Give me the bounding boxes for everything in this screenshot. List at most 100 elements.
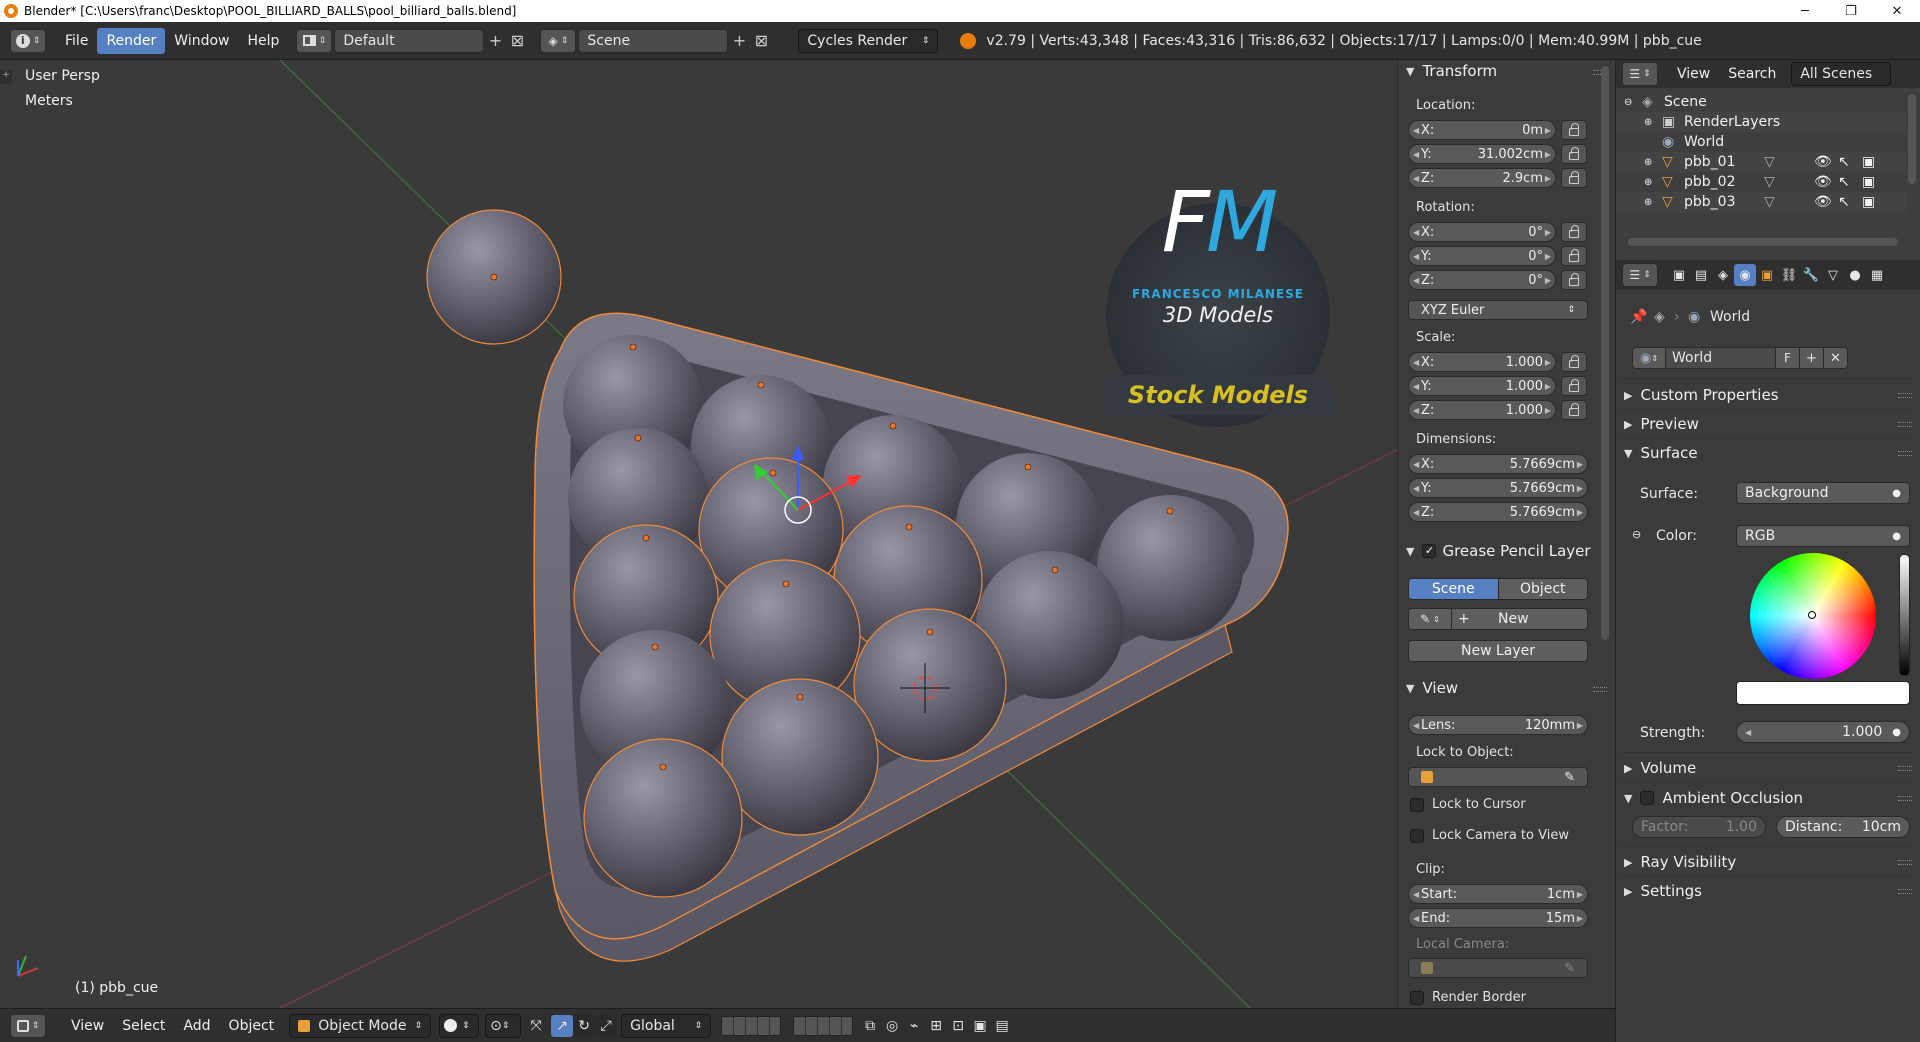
location-x-field[interactable]: ◀ X: 0m ▶ (1408, 120, 1556, 140)
visibility-eye-icon[interactable]: 👁 (1814, 194, 1838, 210)
menu-object[interactable]: Object (220, 1014, 284, 1038)
data-tab-icon[interactable]: ▽ (1822, 264, 1844, 286)
constraints-tab-icon[interactable]: ⛓ (1778, 264, 1800, 286)
pin-icon[interactable]: 📌 (1630, 309, 1654, 325)
grease-pencil-checkbox[interactable]: ✓ (1422, 544, 1437, 558)
color-input-collapse-icon[interactable]: ⊖ (1632, 528, 1641, 541)
editor-type-outliner-button[interactable]: ☰ ⇕ (1622, 62, 1658, 86)
location-z-field[interactable]: ◀ Z: 2.9cm ▶ (1408, 168, 1556, 188)
pencil-browse-button[interactable]: ✎ ⇕ (1408, 608, 1452, 630)
screen-layout-field[interactable]: Default (334, 28, 485, 53)
menu-select[interactable]: Select (113, 1014, 174, 1038)
translate-manipulator-icon[interactable]: ↗ (551, 1014, 574, 1037)
scale-y-field[interactable]: ◀ Y: 1.000 ▶ (1408, 376, 1556, 396)
settings-panel-header[interactable]: ▶ Settings (1624, 880, 1702, 902)
object-tab-icon[interactable]: ▣ (1756, 264, 1778, 286)
dimensions-y-field[interactable]: ◀ Y: 5.7669cm ▶ (1408, 478, 1588, 498)
ao-distance-field[interactable]: Distanc: 10cm (1776, 816, 1910, 838)
outliner-row-pbb01[interactable]: ⊕ ▽ pbb_01 ▽ 👁 ↖ ▣ (1616, 152, 1906, 172)
outliner-h-scrollbar[interactable] (1628, 238, 1898, 246)
minimize-button[interactable]: ─ (1782, 0, 1828, 22)
dimensions-z-field[interactable]: ◀ Z: 5.7669cm ▶ (1408, 502, 1588, 522)
renderlayers-tab-icon[interactable]: ▤ (1690, 264, 1712, 286)
material-tab-icon[interactable]: ● (1844, 264, 1866, 286)
scene-tab-icon[interactable]: ◈ (1712, 264, 1734, 286)
scene-layers-grid-1[interactable] (721, 1015, 782, 1036)
lock-location-y-button[interactable] (1561, 144, 1587, 164)
editor-type-3dview-button[interactable]: ⇕ (10, 1013, 46, 1038)
lock-location-z-button[interactable] (1561, 168, 1587, 188)
color-wheel-cursor[interactable] (1808, 611, 1816, 619)
tab-object[interactable]: Object (1498, 578, 1588, 600)
expand-icon[interactable]: ⊕ (1644, 157, 1658, 168)
render-camera-icon[interactable]: ▣ (1862, 154, 1882, 170)
rotation-x-field[interactable]: ◀ X: 0° ▶ (1408, 222, 1556, 242)
outliner-row-pbb03[interactable]: ⊕ ▽ pbb_03 ▽ 👁 ↖ ▣ (1616, 192, 1906, 212)
color-wheel[interactable] (1750, 553, 1876, 679)
scene-browse-button[interactable]: ◈ ⇕ (540, 28, 577, 53)
expand-icon[interactable]: ⊕ (1644, 197, 1658, 208)
preview-panel-header[interactable]: ▶ Preview (1624, 413, 1699, 435)
lens-field[interactable]: ◀ Lens: 120mm ▶ (1408, 715, 1588, 735)
selectability-arrow-icon[interactable]: ↖ (1838, 194, 1862, 210)
drag-grip-icon[interactable] (1898, 796, 1912, 801)
lock-scale-x-button[interactable] (1561, 352, 1587, 372)
menu-render[interactable]: Render (97, 27, 166, 54)
outliner-row-scene[interactable]: ⊖ ◈ Scene (1616, 92, 1906, 112)
remove-scene-icon[interactable]: ⊠ (750, 30, 772, 52)
rotation-y-field[interactable]: ◀ Y: 0° ▶ (1408, 246, 1556, 266)
interaction-mode-select[interactable]: Object Mode ⇕ (289, 1013, 432, 1038)
modifiers-tab-icon[interactable]: 🔧 (1800, 264, 1822, 286)
world-browse-button[interactable]: ◉ ⇕ (1632, 347, 1666, 369)
texture-tab-icon[interactable]: ▦ (1866, 264, 1888, 286)
new-world-icon[interactable]: + (1800, 347, 1824, 369)
opengl-render-animation-icon[interactable]: ▤ (991, 1015, 1013, 1037)
world-tab-icon[interactable]: ◉ (1734, 264, 1756, 286)
grease-pencil-panel-header[interactable]: ▼ ✓ Grease Pencil Layer (1406, 540, 1591, 562)
scale-z-field[interactable]: ◀ Z: 1.000 ▶ (1408, 400, 1556, 420)
lock-rotation-z-button[interactable] (1561, 270, 1587, 290)
rotate-manipulator-icon[interactable]: ↻ (573, 1014, 596, 1037)
dimensions-x-field[interactable]: ◀ X: 5.7669cm ▶ (1408, 454, 1588, 474)
clip-start-field[interactable]: ◀ Start: 1cm ▶ (1408, 884, 1588, 904)
fake-user-button[interactable]: F (1776, 347, 1800, 369)
snap-toggle-icon[interactable]: ⌁ (903, 1015, 925, 1037)
scene-field[interactable]: Scene (578, 28, 729, 53)
lock-to-object-field[interactable]: ✎ (1408, 767, 1588, 787)
drag-grip-icon[interactable] (1898, 860, 1912, 865)
snap-element-icon[interactable]: ⊞ (925, 1015, 947, 1037)
drag-grip-icon[interactable] (1898, 889, 1912, 894)
outliner-display-mode-select[interactable]: All Scenes (1791, 62, 1892, 86)
3d-viewport[interactable]: User Persp Meters (1) pbb_cue FM FRANCES… (0, 60, 1397, 1008)
lock-rotation-y-button[interactable] (1561, 246, 1587, 266)
visibility-eye-icon[interactable]: 👁 (1814, 154, 1838, 170)
color-input-select[interactable]: RGB ● (1736, 525, 1910, 547)
lock-rotation-x-button[interactable] (1561, 222, 1587, 242)
rotation-mode-select[interactable]: XYZ Euler ⇕ (1408, 300, 1588, 320)
color-swatch[interactable] (1736, 681, 1910, 705)
selectability-arrow-icon[interactable]: ↖ (1838, 154, 1862, 170)
new-layer-button[interactable]: New Layer (1408, 640, 1588, 662)
local-camera-field[interactable]: ✎ (1408, 958, 1588, 978)
menu-add[interactable]: Add (174, 1014, 219, 1038)
eyedropper-icon[interactable]: ✎ (1564, 961, 1575, 976)
maximize-button[interactable]: ❐ (1828, 0, 1874, 22)
drag-grip-icon[interactable] (1898, 422, 1912, 427)
tab-scene[interactable]: Scene (1408, 578, 1499, 600)
eyedropper-icon[interactable]: ✎ (1564, 770, 1575, 785)
surface-shader-select[interactable]: Background ● (1736, 482, 1910, 504)
render-engine-select[interactable]: Cycles Render ⇕ (798, 28, 939, 53)
drag-grip-icon[interactable] (1898, 393, 1912, 398)
volume-panel-header[interactable]: ▶ Volume (1624, 757, 1696, 779)
color-value-slider[interactable] (1899, 554, 1910, 676)
close-window-button[interactable]: ✕ (1874, 0, 1920, 22)
layer-lock-icon[interactable]: ⧉ (859, 1015, 881, 1037)
opengl-render-icon[interactable]: ▣ (969, 1015, 991, 1037)
render-camera-icon[interactable]: ▣ (1862, 174, 1882, 190)
clip-end-field[interactable]: ◀ End: 15m ▶ (1408, 908, 1588, 928)
rotation-z-field[interactable]: ◀ Z: 0° ▶ (1408, 270, 1556, 290)
screen-layout-browse-button[interactable]: ⇕ (296, 28, 333, 53)
ambient-occlusion-checkbox[interactable] (1640, 791, 1655, 805)
strength-field[interactable]: ◀ 1.000 ● (1736, 721, 1910, 743)
lock-scale-z-button[interactable] (1561, 400, 1587, 420)
